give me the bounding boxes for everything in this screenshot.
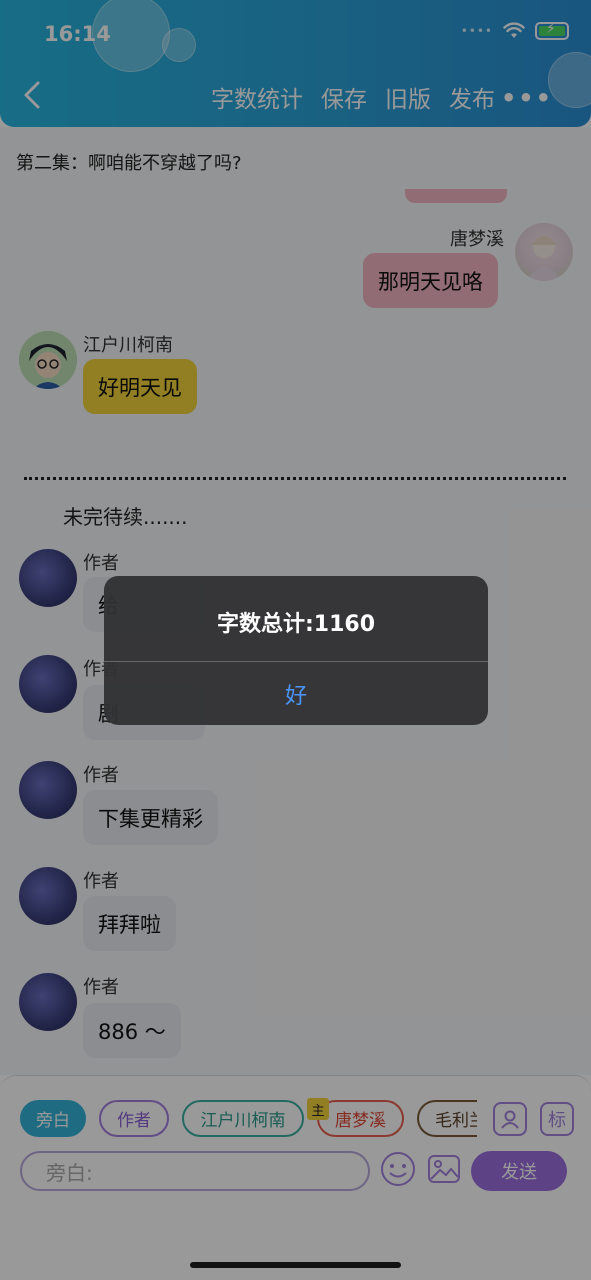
alert-title: 字数总计:1160 [216, 612, 376, 637]
word-count-alert: 字数总计:1160 好 [104, 576, 488, 725]
home-indicator [190, 1262, 401, 1268]
alert-ok-button[interactable]: 好 [104, 662, 488, 725]
